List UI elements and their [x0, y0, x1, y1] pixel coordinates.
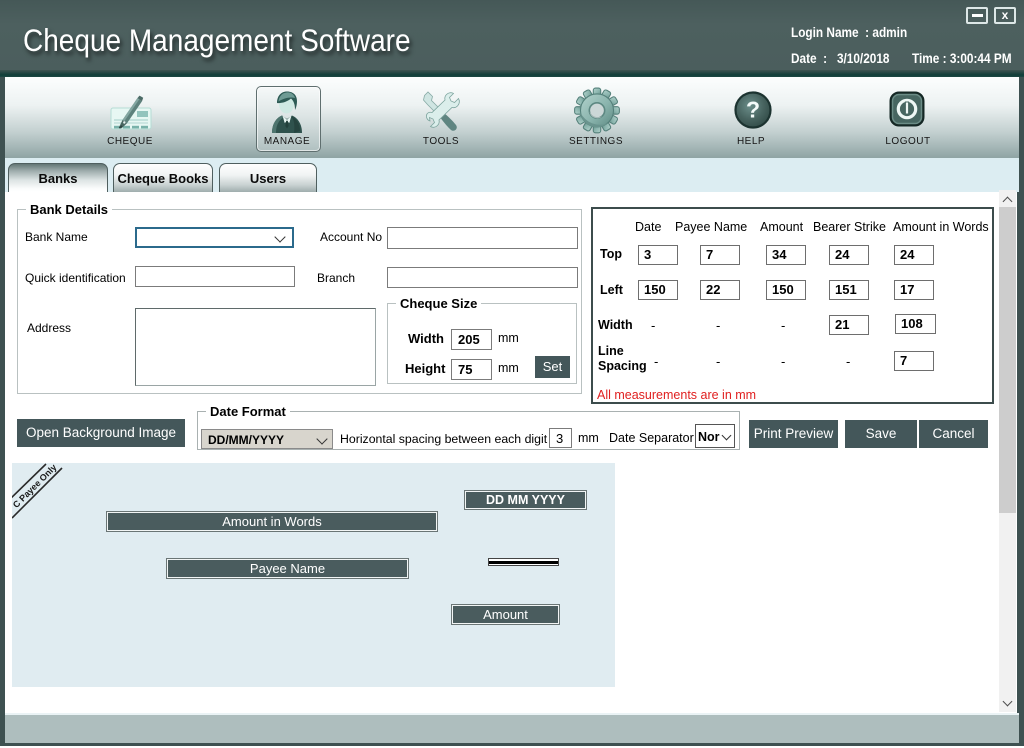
svg-text:C Payee Only: C Payee Only — [12, 463, 59, 510]
svg-text:?: ? — [746, 97, 760, 123]
